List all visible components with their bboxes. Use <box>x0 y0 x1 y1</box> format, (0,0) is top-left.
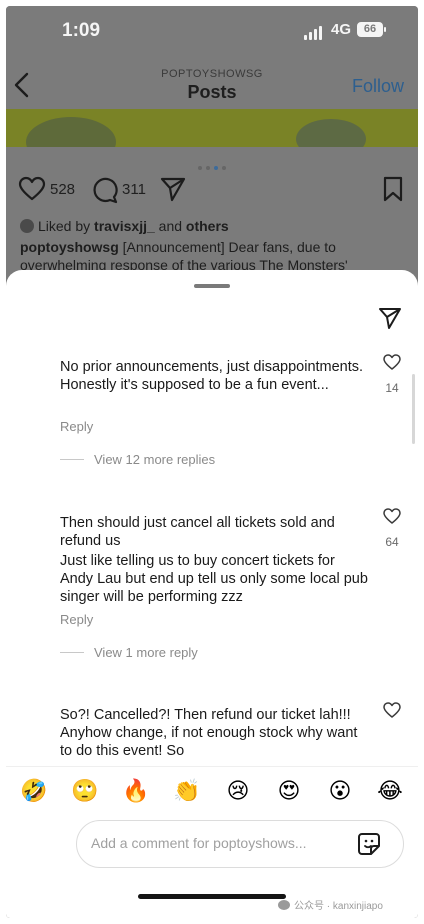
comments-sheet: No prior announcements, just disappointm… <box>6 270 418 918</box>
comments-count[interactable]: 311 <box>122 181 146 198</box>
home-indicator[interactable] <box>138 894 286 899</box>
status-time: 1:09 <box>62 20 101 41</box>
emoji-reaction-bar: 🤣 🙄 🔥 👏 😢 😍 😮 😂 <box>6 766 418 813</box>
emoji-laughing-button[interactable]: 😂 <box>376 777 404 805</box>
caption-username[interactable]: poptoyshowsg <box>20 239 119 255</box>
emoji-clap-button[interactable]: 👏 <box>173 777 201 805</box>
comment-composer <box>76 820 404 868</box>
status-bar: 1:09 4G 66 <box>6 6 418 56</box>
comment-text: Just like telling us to buy concert tick… <box>60 553 368 605</box>
signal-icon <box>304 26 324 40</box>
heart-icon[interactable] <box>382 700 402 720</box>
comment-like-count: 64 <box>385 535 399 549</box>
watermark: 公众号 · kanxinjiapo <box>278 897 383 912</box>
caption-line-1: [Announcement] Dear fans, due to <box>122 239 336 255</box>
liked-by-and: and <box>158 218 183 234</box>
view-more-replies[interactable]: View 12 more replies <box>60 452 215 467</box>
watermark-text: 公众号 · kanxinjiapo <box>294 901 383 912</box>
wechat-icon <box>278 900 290 910</box>
heart-icon[interactable] <box>18 176 46 202</box>
post-caption: poptoyshowsg [Announcement] Dear fans, d… <box>20 238 410 274</box>
carousel-dots <box>198 157 230 175</box>
comment-bubble-icon[interactable] <box>90 176 118 204</box>
reply-button[interactable]: Reply <box>60 612 93 627</box>
emoji-surprised-button[interactable]: 😮 <box>326 777 354 805</box>
view-more-replies-label: View 1 more reply <box>94 645 198 660</box>
comment-text: No prior announcements, just disappointm… <box>60 359 364 393</box>
likes-count[interactable]: 528 <box>50 181 75 198</box>
heart-icon[interactable] <box>382 352 402 372</box>
heart-icon[interactable] <box>382 506 402 526</box>
comment-text: Then should just cancel all tickets sold… <box>60 515 335 549</box>
battery-icon: 66 <box>357 22 383 37</box>
view-more-replies-label: View 12 more replies <box>94 452 216 467</box>
sheet-drag-handle[interactable] <box>194 284 230 288</box>
follow-button[interactable]: Follow <box>352 76 404 97</box>
post-image[interactable] <box>6 109 418 147</box>
emoji-eye-roll-button[interactable]: 🙄 <box>71 777 99 805</box>
reply-button[interactable]: Reply <box>60 419 93 434</box>
avatar <box>20 219 34 233</box>
liked-by-others[interactable]: others <box>186 218 229 234</box>
paper-plane-icon[interactable] <box>160 176 186 202</box>
liked-by-prefix: Liked by <box>38 218 91 234</box>
scrollbar[interactable] <box>412 374 415 444</box>
emoji-crying-button[interactable]: 😢 <box>224 777 252 805</box>
battery-tip <box>384 27 386 32</box>
emoji-rofl-button[interactable]: 🤣 <box>20 777 48 805</box>
phone-screen: 1:09 4G 66 POPTOYSHOWSG Posts Follow 528 <box>6 6 418 918</box>
emoji-fire-button[interactable]: 🔥 <box>122 777 150 805</box>
liked-by-line[interactable]: Liked by travisxjj_ and others <box>20 218 229 234</box>
comment-input[interactable] <box>91 821 347 865</box>
comment-like-count: 14 <box>385 381 399 395</box>
view-more-replies[interactable]: View 1 more reply <box>60 645 198 660</box>
sticker-icon[interactable] <box>357 832 381 856</box>
share-icon[interactable] <box>378 306 402 330</box>
network-type: 4G <box>331 21 352 38</box>
comment-text: So?! Cancelled?! Then refund our ticket … <box>60 707 358 759</box>
bookmark-icon[interactable] <box>382 176 404 202</box>
liked-by-user[interactable]: travisxjj_ <box>94 218 155 234</box>
emoji-heart-eyes-button[interactable]: 😍 <box>275 777 303 805</box>
post-action-row: 528 311 <box>6 176 418 206</box>
